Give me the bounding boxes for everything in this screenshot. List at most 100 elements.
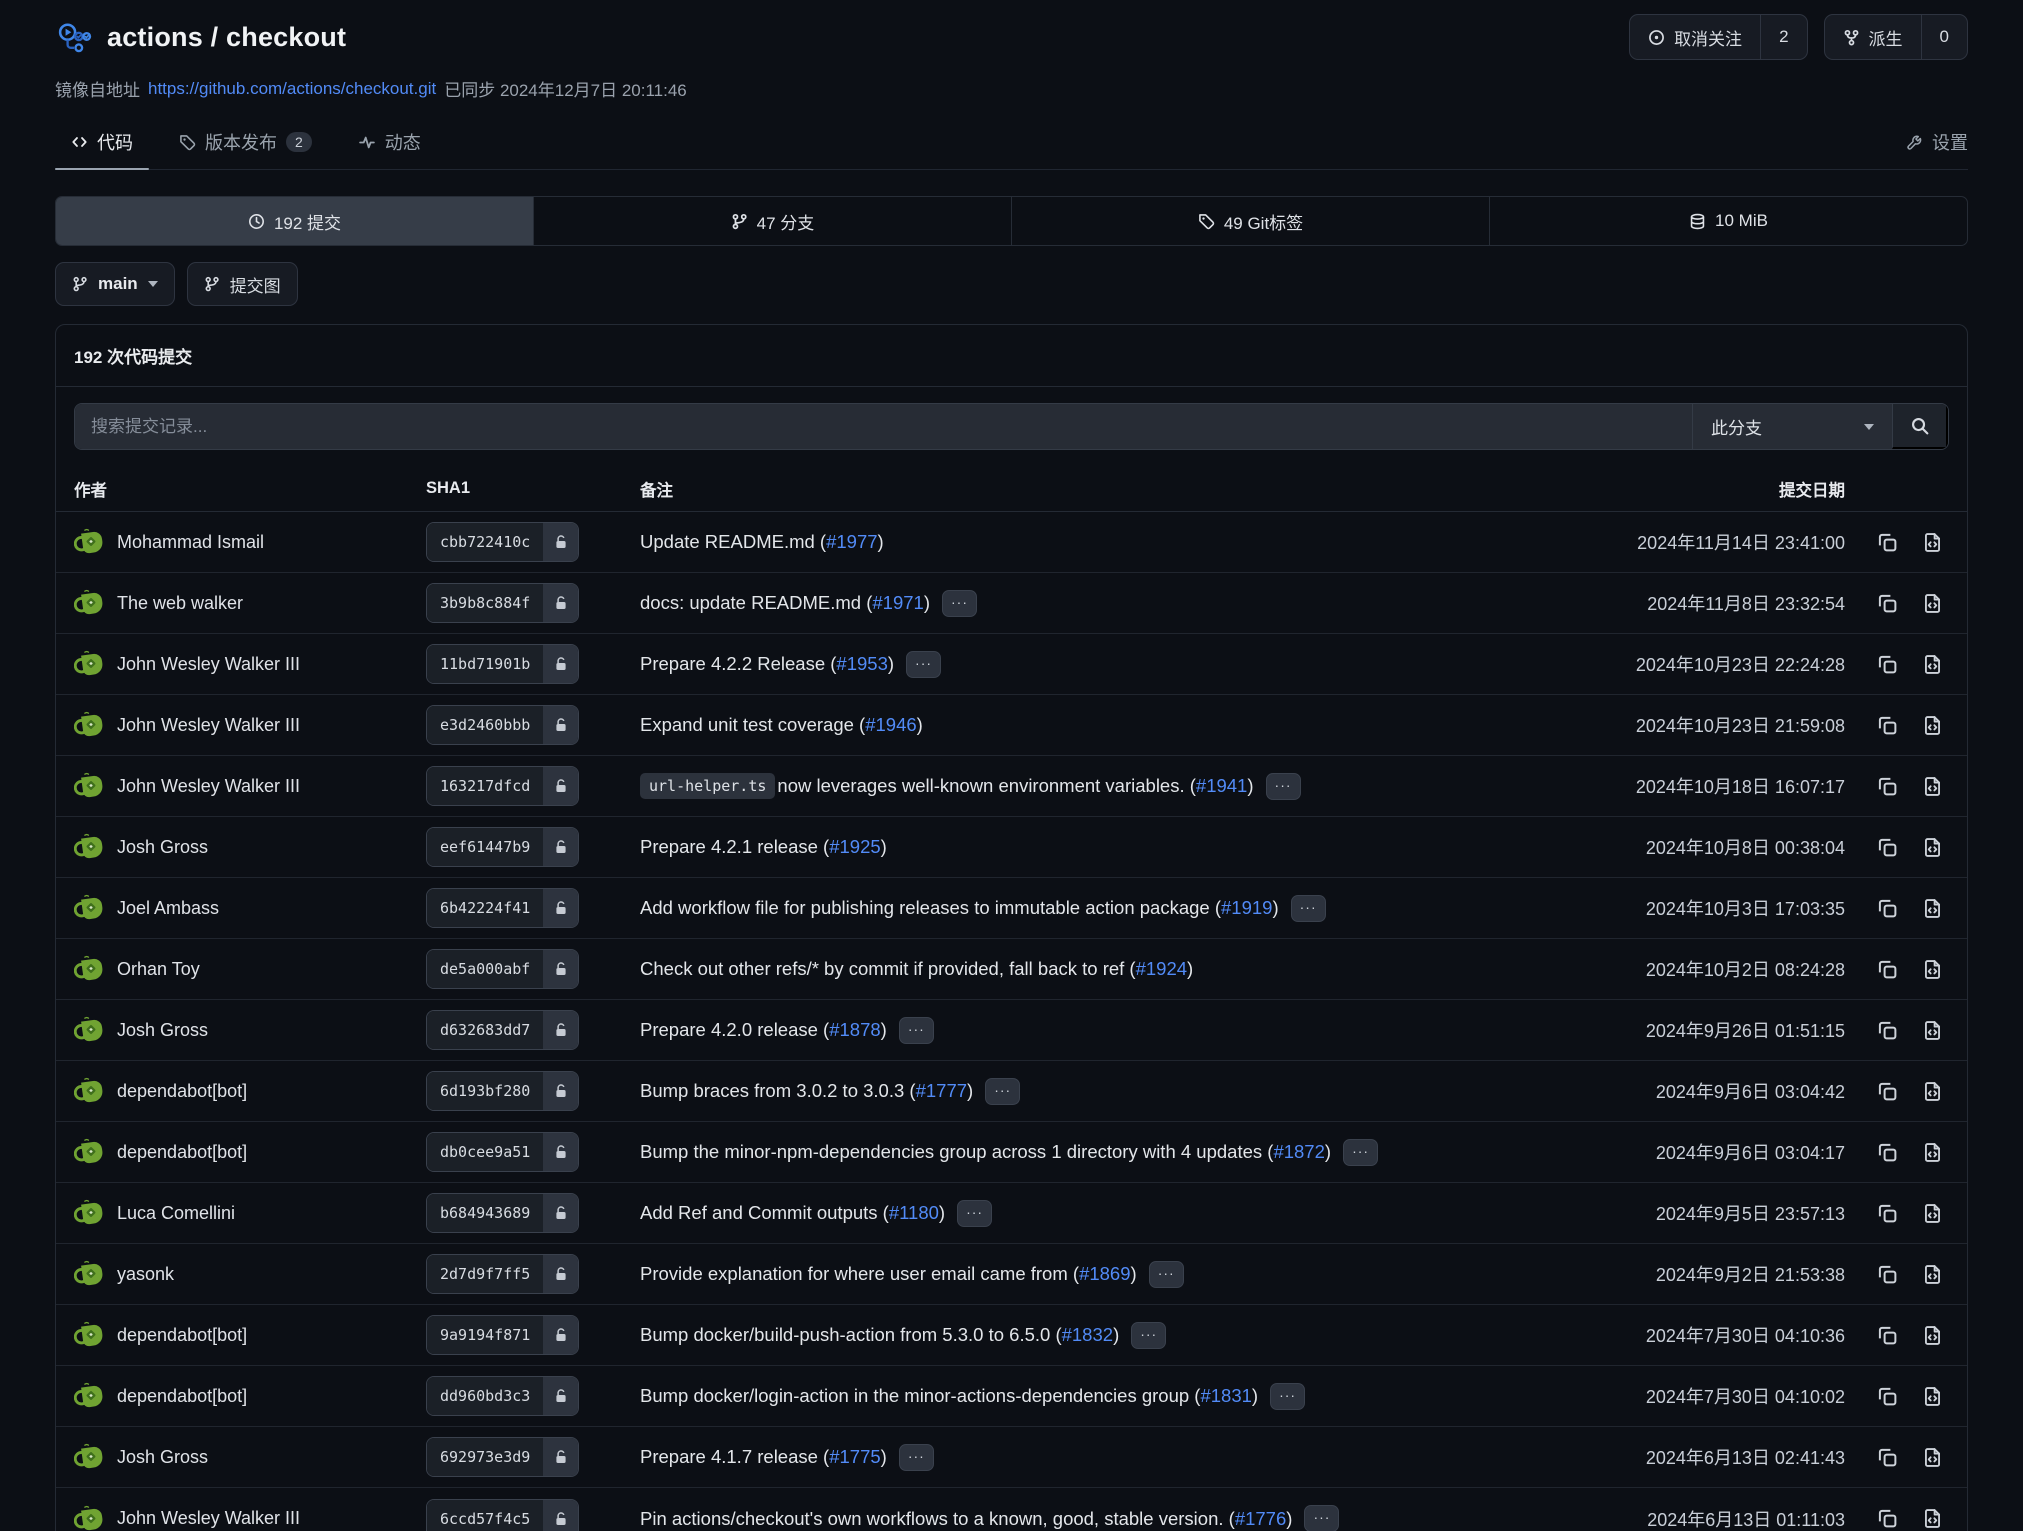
copy-sha-button[interactable] xyxy=(1873,1138,1902,1167)
expand-commit-button[interactable]: ··· xyxy=(899,1444,934,1471)
tab-activity[interactable]: 动态 xyxy=(342,117,437,169)
expand-commit-button[interactable]: ··· xyxy=(1343,1139,1378,1166)
commit-sha-badge[interactable]: 6d193bf280 xyxy=(426,1071,579,1111)
commit-graph-button[interactable]: 提交图 xyxy=(187,262,298,306)
browse-source-button[interactable] xyxy=(1918,1016,1947,1045)
watch-count[interactable]: 2 xyxy=(1760,15,1806,59)
message-issue-link[interactable]: #1925 xyxy=(829,836,880,858)
message-issue-link[interactable]: #1953 xyxy=(836,653,887,675)
browse-source-button[interactable] xyxy=(1918,833,1947,862)
commit-sha-badge[interactable]: eef61447b9 xyxy=(426,827,579,867)
expand-commit-button[interactable]: ··· xyxy=(1266,773,1301,800)
browse-source-button[interactable] xyxy=(1918,1382,1947,1411)
copy-sha-button[interactable] xyxy=(1873,1382,1902,1411)
browse-source-button[interactable] xyxy=(1918,955,1947,984)
commit-sha-badge[interactable]: e3d2460bbb xyxy=(426,705,579,745)
copy-sha-button[interactable] xyxy=(1873,1260,1902,1289)
copy-sha-button[interactable] xyxy=(1873,589,1902,618)
browse-source-button[interactable] xyxy=(1918,1443,1947,1472)
message-issue-link[interactable]: #1180 xyxy=(889,1202,939,1224)
unwatch-button[interactable]: 取消关注 2 xyxy=(1629,14,1807,60)
browse-source-button[interactable] xyxy=(1918,772,1947,801)
copy-sha-button[interactable] xyxy=(1873,711,1902,740)
message-issue-link[interactable]: #1919 xyxy=(1221,897,1272,919)
browse-source-button[interactable] xyxy=(1918,528,1947,557)
copy-sha-button[interactable] xyxy=(1873,1321,1902,1350)
stat-commits[interactable]: 192 提交 xyxy=(56,197,534,245)
copy-sha-button[interactable] xyxy=(1873,833,1902,862)
commit-search-input[interactable] xyxy=(75,404,1692,449)
commit-sha-badge[interactable]: 6b42224f41 xyxy=(426,888,579,928)
commit-sha-badge[interactable]: 11bd71901b xyxy=(426,644,579,684)
browse-source-button[interactable] xyxy=(1918,650,1947,679)
copy-sha-button[interactable] xyxy=(1873,894,1902,923)
copy-sha-button[interactable] xyxy=(1873,772,1902,801)
copy-sha-button[interactable] xyxy=(1873,1504,1902,1531)
expand-commit-button[interactable]: ··· xyxy=(1131,1322,1166,1349)
browse-source-button[interactable] xyxy=(1918,1199,1947,1228)
expand-commit-button[interactable]: ··· xyxy=(1304,1505,1339,1531)
browse-source-button[interactable] xyxy=(1918,1077,1947,1106)
commit-sha-badge[interactable]: de5a000abf xyxy=(426,949,579,989)
expand-commit-button[interactable]: ··· xyxy=(957,1200,992,1227)
expand-commit-button[interactable]: ··· xyxy=(985,1078,1020,1105)
branch-filter-dropdown[interactable]: 此分支 xyxy=(1692,404,1892,449)
message-issue-link[interactable]: #1924 xyxy=(1136,958,1187,980)
tab-settings[interactable]: 设置 xyxy=(1890,117,1968,169)
expand-commit-button[interactable]: ··· xyxy=(1149,1261,1184,1288)
message-issue-link[interactable]: #1971 xyxy=(872,592,923,614)
expand-commit-button[interactable]: ··· xyxy=(906,651,941,678)
copy-sha-button[interactable] xyxy=(1873,955,1902,984)
copy-sha-button[interactable] xyxy=(1873,1199,1902,1228)
commit-sha-badge[interactable]: d632683dd7 xyxy=(426,1010,579,1050)
commit-sha-badge[interactable]: dd960bd3c3 xyxy=(426,1376,579,1416)
expand-commit-button[interactable]: ··· xyxy=(942,590,977,617)
browse-source-button[interactable] xyxy=(1918,1260,1947,1289)
message-issue-link[interactable]: #1777 xyxy=(916,1080,967,1102)
commit-sha-badge[interactable]: cbb722410c xyxy=(426,522,579,562)
expand-commit-button[interactable]: ··· xyxy=(1291,895,1326,922)
browse-source-button[interactable] xyxy=(1918,589,1947,618)
message-issue-link[interactable]: #1977 xyxy=(826,531,877,553)
message-issue-link[interactable]: #1775 xyxy=(829,1446,880,1468)
repo-title[interactable]: actions / checkout xyxy=(107,22,346,53)
commit-sha-badge[interactable]: b684943689 xyxy=(426,1193,579,1233)
fork-count[interactable]: 0 xyxy=(1921,15,1967,59)
message-issue-link[interactable]: #1872 xyxy=(1273,1141,1324,1163)
message-issue-link[interactable]: #1941 xyxy=(1196,775,1247,797)
browse-source-button[interactable] xyxy=(1918,894,1947,923)
search-button[interactable] xyxy=(1892,404,1948,449)
stat-tags[interactable]: 49 Git标签 xyxy=(1012,197,1490,245)
expand-commit-button[interactable]: ··· xyxy=(1270,1383,1305,1410)
browse-source-button[interactable] xyxy=(1918,711,1947,740)
fork-button[interactable]: 派生 0 xyxy=(1824,14,1968,60)
stat-size[interactable]: 10 MiB xyxy=(1490,197,1967,245)
commit-sha-badge[interactable]: 9a9194f871 xyxy=(426,1315,579,1355)
message-issue-link[interactable]: #1946 xyxy=(865,714,916,736)
message-issue-link[interactable]: #1869 xyxy=(1079,1263,1130,1285)
expand-commit-button[interactable]: ··· xyxy=(899,1017,934,1044)
browse-source-button[interactable] xyxy=(1918,1504,1947,1531)
commit-sha-badge[interactable]: 2d7d9f7ff5 xyxy=(426,1254,579,1294)
tab-releases[interactable]: 版本发布 2 xyxy=(163,117,328,169)
branch-selector[interactable]: main xyxy=(55,262,175,306)
copy-sha-button[interactable] xyxy=(1873,1016,1902,1045)
message-issue-link[interactable]: #1878 xyxy=(829,1019,880,1041)
copy-sha-button[interactable] xyxy=(1873,650,1902,679)
commit-sha-badge[interactable]: 6ccd57f4c5 xyxy=(426,1499,579,1531)
copy-sha-button[interactable] xyxy=(1873,528,1902,557)
mirror-url-link[interactable]: https://github.com/actions/checkout.git xyxy=(148,79,436,99)
commit-sha-badge[interactable]: 3b9b8c884f xyxy=(426,583,579,623)
browse-source-button[interactable] xyxy=(1918,1321,1947,1350)
browse-source-button[interactable] xyxy=(1918,1138,1947,1167)
copy-sha-button[interactable] xyxy=(1873,1077,1902,1106)
commit-sha-badge[interactable]: 163217dfcd xyxy=(426,766,579,806)
stat-branches[interactable]: 47 分支 xyxy=(534,197,1012,245)
tab-code[interactable]: 代码 xyxy=(55,117,149,169)
message-issue-link[interactable]: #1832 xyxy=(1062,1324,1113,1346)
commit-sha-badge[interactable]: db0cee9a51 xyxy=(426,1132,579,1172)
message-issue-link[interactable]: #1831 xyxy=(1200,1385,1251,1407)
copy-sha-button[interactable] xyxy=(1873,1443,1902,1472)
message-issue-link[interactable]: #1776 xyxy=(1235,1508,1286,1530)
commit-sha-badge[interactable]: 692973e3d9 xyxy=(426,1437,579,1477)
